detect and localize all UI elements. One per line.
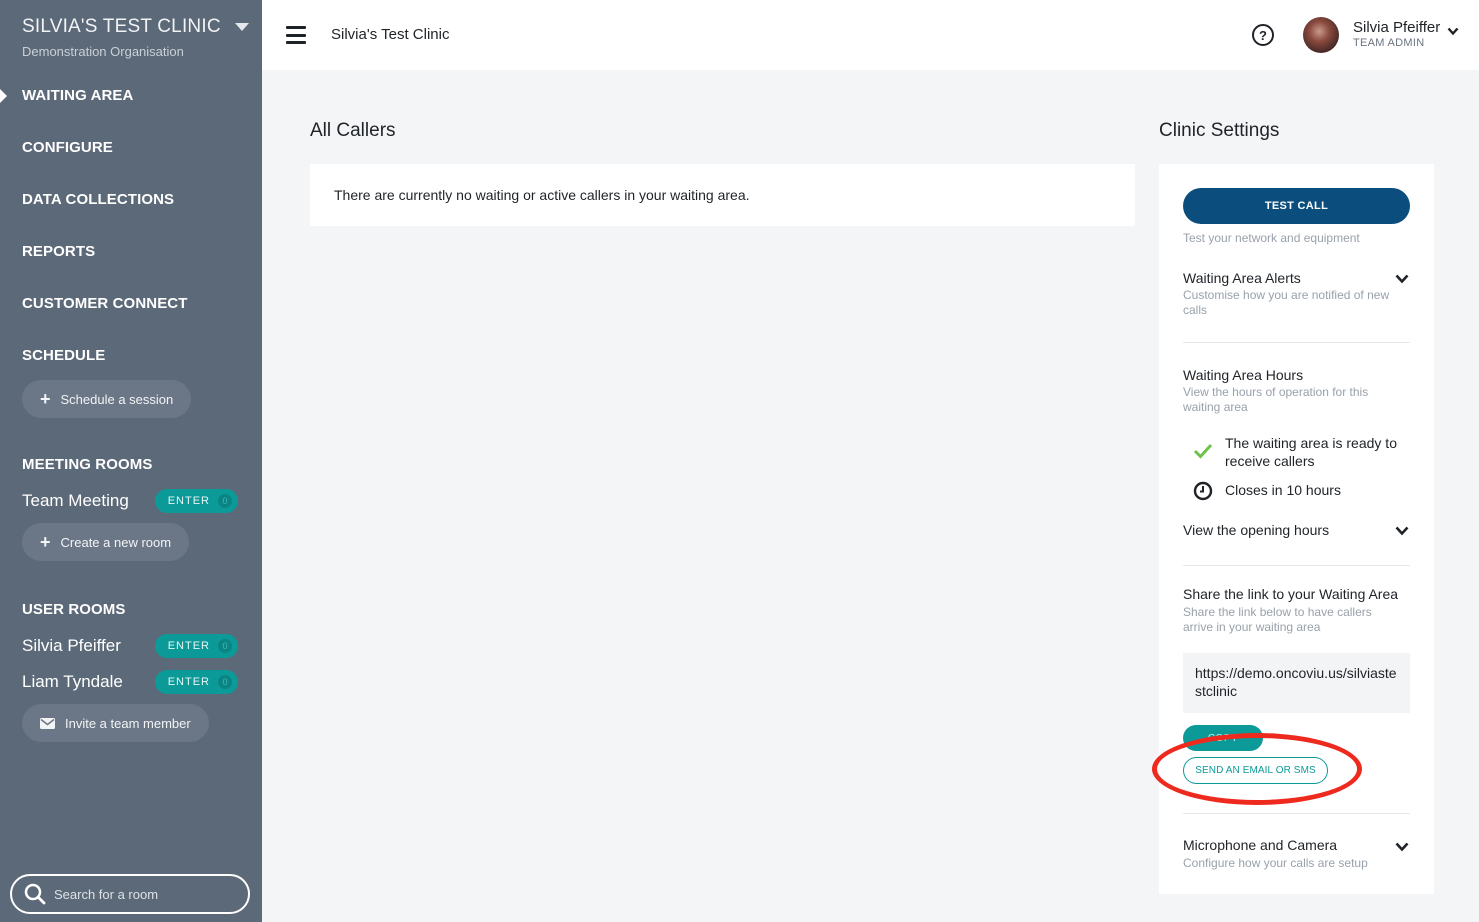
send-email-sms-button[interactable]: SEND AN EMAIL OR SMS	[1183, 757, 1328, 784]
chevron-down-icon[interactable]	[1395, 274, 1409, 284]
opening-hours-toggle[interactable]: View the opening hours	[1183, 522, 1329, 538]
checkmark-icon	[1193, 443, 1213, 459]
share-subtitle: Share the link below to have callers arr…	[1183, 605, 1372, 634]
share-link-field[interactable]: https://demo.oncoviu.us/silviastestclini…	[1183, 653, 1410, 713]
nav-customer-connect[interactable]: CUSTOMER CONNECT	[22, 295, 188, 312]
alerts-title[interactable]: Waiting Area Alerts	[1183, 270, 1301, 286]
closing-status-text: Closes in 10 hours	[1225, 482, 1341, 498]
enter-room-button[interactable]: ENTER 0	[154, 489, 238, 513]
clinic-settings-panel: TEST CALL Test your network and equipmen…	[1159, 164, 1434, 894]
enter-room-button[interactable]: ENTER 0	[154, 670, 238, 694]
nav-waiting-area[interactable]: WAITING AREA	[22, 87, 133, 104]
room-name: Liam Tyndale	[22, 672, 123, 691]
chevron-down-icon[interactable]	[1395, 526, 1409, 536]
user-role: TEAM ADMIN	[1353, 37, 1425, 49]
room-count-badge: 0	[218, 675, 232, 689]
empty-callers-message: There are currently no waiting or active…	[334, 187, 750, 203]
user-room-row: Liam Tyndale ENTER 0	[22, 670, 238, 694]
share-title: Share the link to your Waiting Area	[1183, 586, 1399, 602]
top-bar: Silvia's Test Clinic ? Silvia Pfeiffer T…	[262, 0, 1479, 70]
user-name[interactable]: Silvia Pfeiffer	[1353, 19, 1440, 36]
avatar[interactable]	[1303, 17, 1339, 53]
plus-icon: +	[40, 389, 51, 409]
chevron-down-icon[interactable]	[1395, 842, 1409, 852]
clock-icon	[1193, 481, 1213, 501]
nav-schedule[interactable]: SCHEDULE	[22, 347, 105, 364]
invite-member-label: Invite a team member	[65, 715, 191, 731]
divider	[1183, 342, 1410, 343]
envelope-icon	[40, 717, 55, 729]
user-rooms-heading: USER ROOMS	[22, 601, 126, 618]
meeting-rooms-heading: MEETING ROOMS	[22, 456, 153, 473]
ready-status-text: The waiting area is ready to receive cal…	[1225, 435, 1397, 469]
schedule-session-label: Schedule a session	[60, 391, 174, 407]
room-search	[10, 874, 250, 914]
room-name: Silvia Pfeiffer	[22, 636, 121, 655]
callers-panel: There are currently no waiting or active…	[310, 164, 1135, 226]
nav-configure[interactable]: CONFIGURE	[22, 139, 113, 156]
page-title: Silvia's Test Clinic	[331, 26, 450, 43]
settings-title: Clinic Settings	[1159, 120, 1280, 141]
plus-icon: +	[40, 532, 51, 552]
callers-title: All Callers	[310, 120, 396, 141]
divider	[1183, 813, 1410, 814]
enter-label: ENTER	[167, 676, 210, 688]
sidebar: SILVIA'S TEST CLINIC Demonstration Organ…	[0, 0, 262, 922]
test-call-button[interactable]: TEST CALL	[1183, 188, 1410, 224]
ready-status: The waiting area is ready to receive cal…	[1193, 434, 1405, 470]
closing-status: Closes in 10 hours	[1193, 481, 1341, 501]
create-room-label: Create a new room	[60, 534, 172, 550]
mic-camera-subtitle: Configure how your calls are setup	[1183, 856, 1368, 870]
user-room-row: Silvia Pfeiffer ENTER 0	[22, 634, 238, 658]
enter-label: ENTER	[167, 640, 210, 652]
hours-subtitle: View the hours of operation for this wai…	[1183, 385, 1369, 414]
create-room-button[interactable]: + Create a new room	[22, 523, 190, 561]
schedule-session-button[interactable]: + Schedule a session	[22, 380, 192, 418]
test-call-hint: Test your network and equipment	[1183, 231, 1360, 245]
nav-reports[interactable]: REPORTS	[22, 243, 95, 260]
search-icon	[24, 883, 46, 905]
enter-label: ENTER	[167, 495, 210, 507]
help-icon[interactable]: ?	[1252, 24, 1274, 46]
caret-down-icon[interactable]	[234, 23, 249, 31]
alerts-subtitle: Customise how you are notified of new ca…	[1183, 288, 1390, 317]
org-subtitle: Demonstration Organisation	[22, 44, 184, 59]
nav-data-collections[interactable]: DATA COLLECTIONS	[22, 191, 174, 208]
org-name: SILVIA'S TEST CLINIC	[22, 16, 221, 37]
enter-room-button[interactable]: ENTER 0	[154, 634, 238, 658]
meeting-room-row: Team Meeting ENTER 0	[22, 489, 238, 513]
room-count-badge: 0	[218, 494, 232, 508]
search-input[interactable]	[54, 886, 234, 902]
divider	[1183, 565, 1410, 566]
org-switcher[interactable]: SILVIA'S TEST CLINIC Demonstration Organ…	[22, 16, 249, 59]
room-count-badge: 0	[218, 639, 232, 653]
active-nav-indicator-icon	[0, 89, 7, 103]
hours-title: Waiting Area Hours	[1183, 367, 1304, 383]
chevron-down-icon[interactable]	[1447, 27, 1459, 36]
mic-camera-title[interactable]: Microphone and Camera	[1183, 837, 1337, 853]
copy-link-button[interactable]: COPY	[1183, 725, 1263, 751]
invite-member-button[interactable]: Invite a team member	[22, 704, 209, 742]
menu-icon[interactable]	[286, 26, 306, 44]
room-name: Team Meeting	[22, 491, 129, 510]
